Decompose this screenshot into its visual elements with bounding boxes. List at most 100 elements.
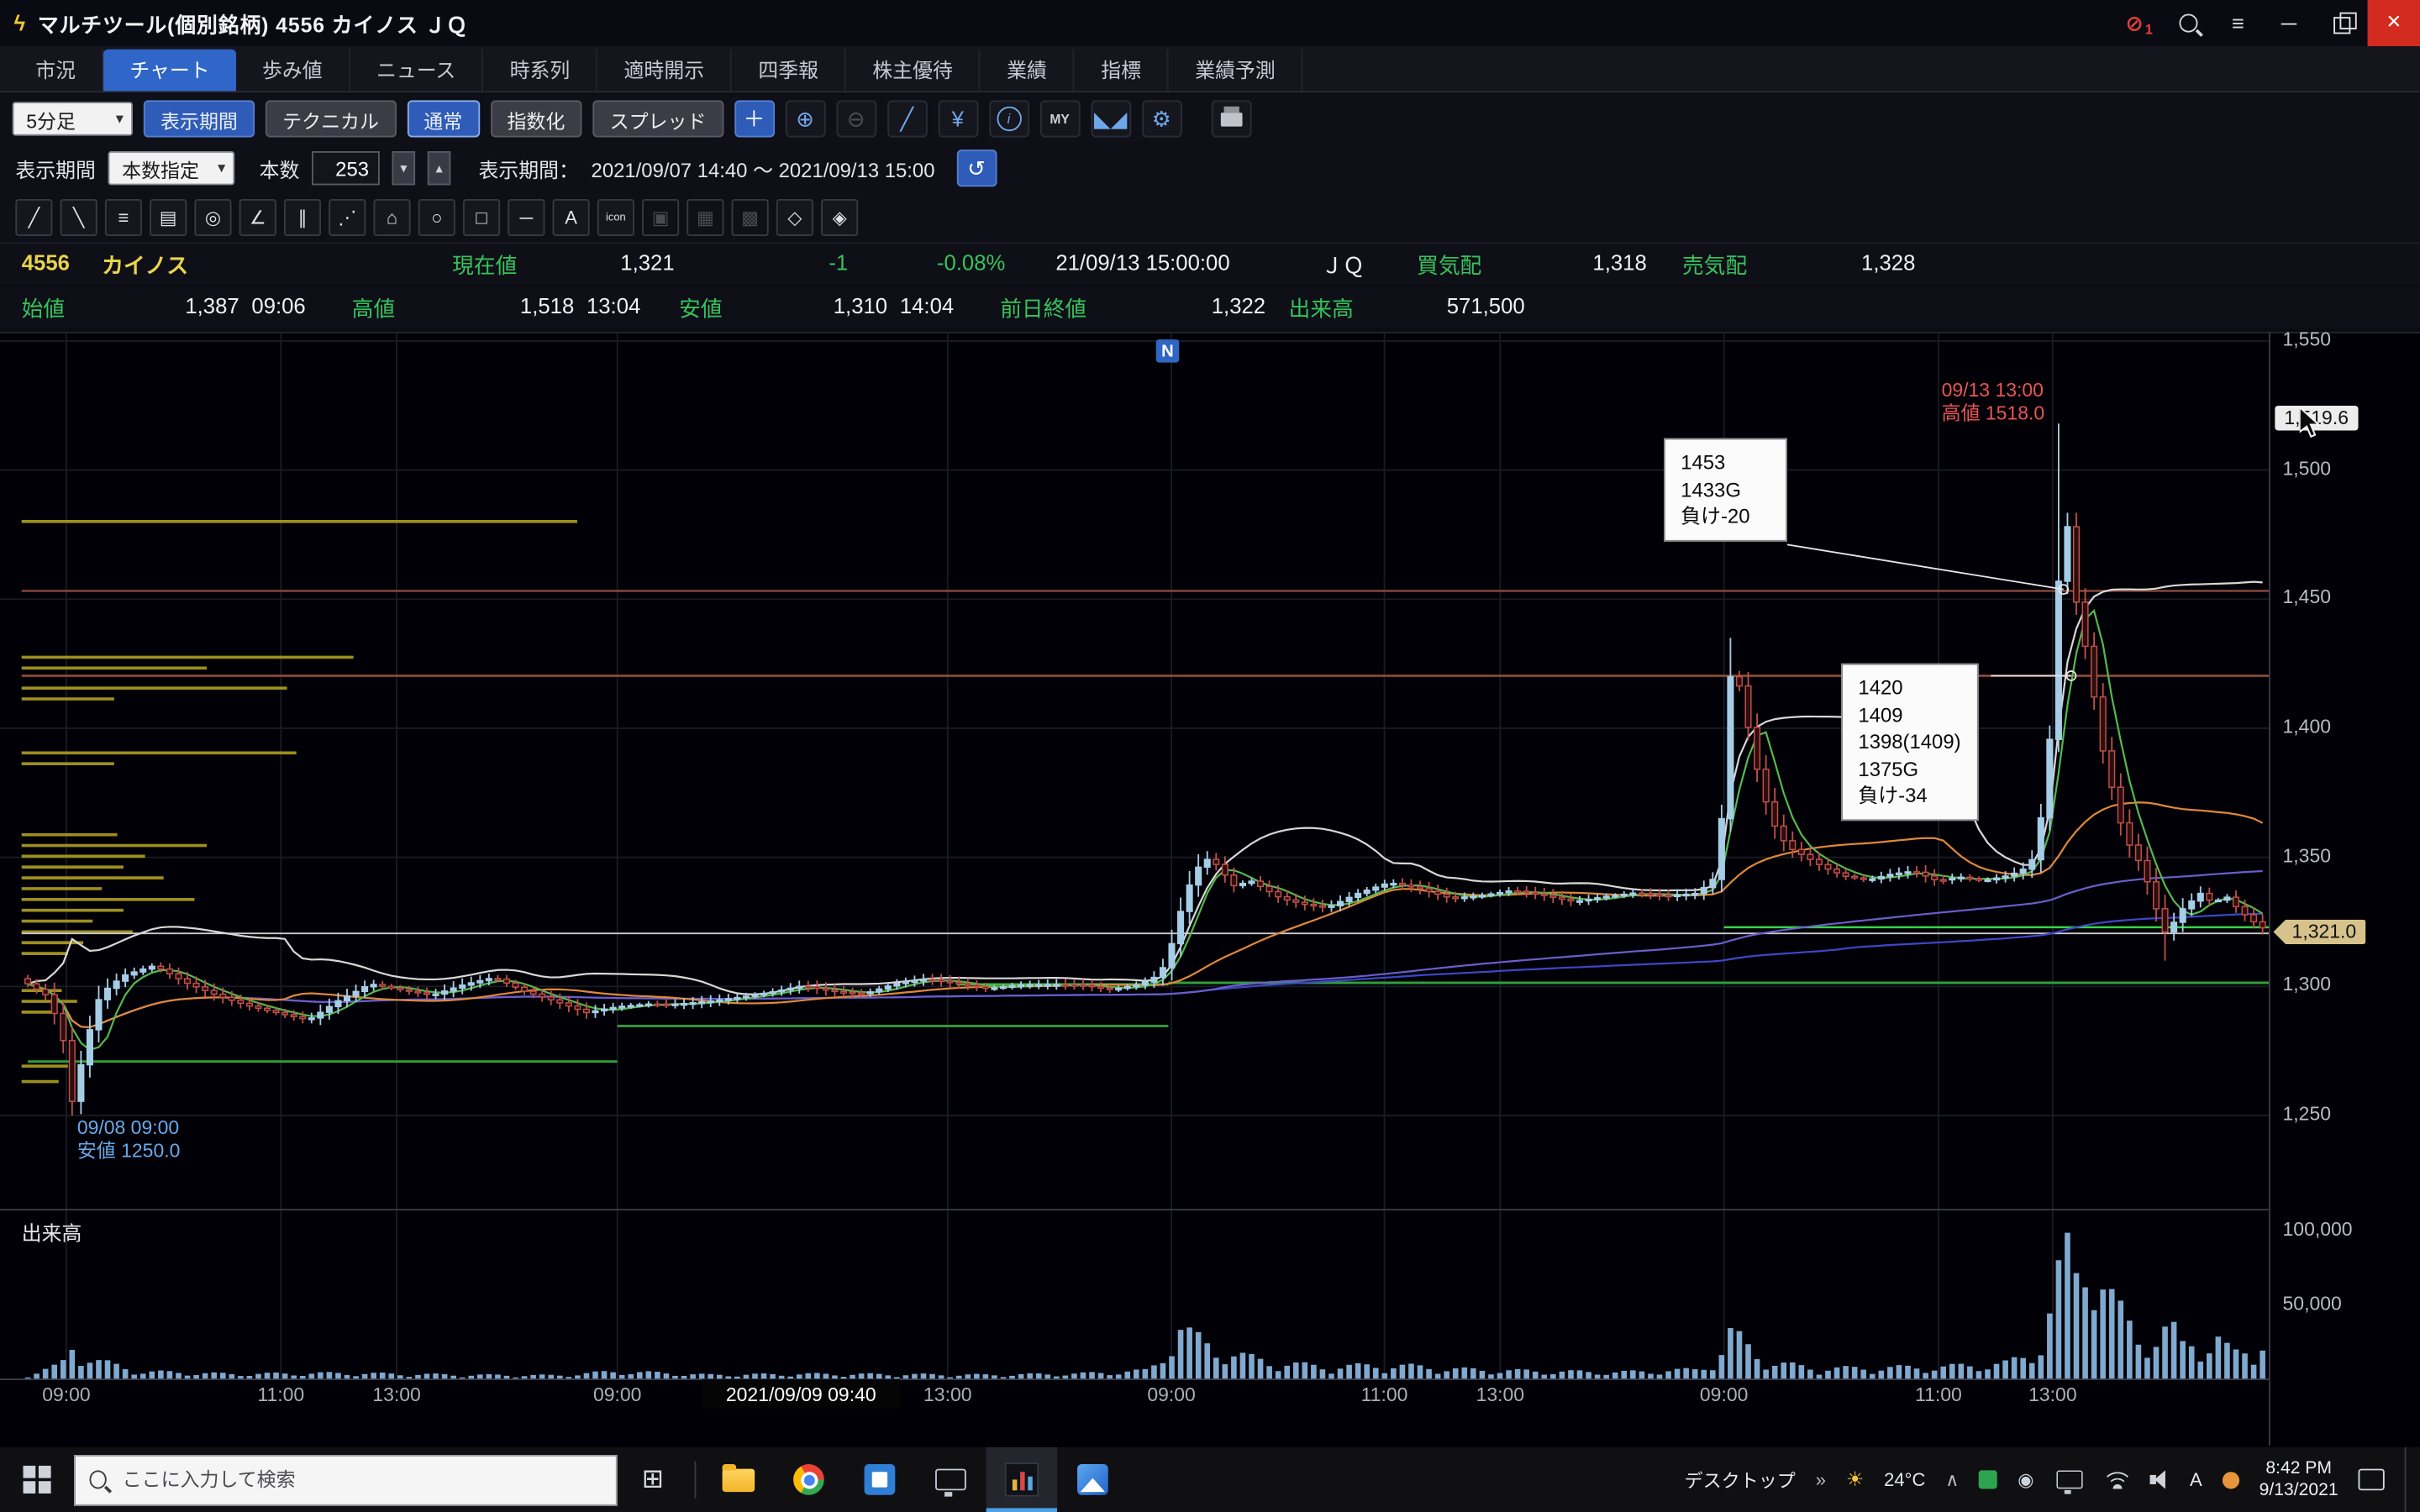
app-window: ϟ マルチツール(個別銘柄) 4556 カイノス ＪＱ ⊘1 ≡ ─ × 市況チ… xyxy=(0,0,2420,1446)
tooltip-2-line: 1409 xyxy=(1858,701,1960,728)
clock[interactable]: 8:42 PM 9/13/2021 xyxy=(2260,1458,2338,1501)
tab-bar: 市況チャート歩み値ニュース時系列適時開示四季報株主優待業績指標業績予測 xyxy=(0,46,2420,92)
tab-indicators[interactable]: 指標 xyxy=(1075,50,1169,92)
stamp4-tool-icon[interactable]: ▩ xyxy=(732,199,769,236)
tab-tick[interactable]: 歩み値 xyxy=(236,50,350,92)
tab-news[interactable]: ニュース xyxy=(350,50,484,92)
close-button[interactable]: × xyxy=(2368,0,2420,46)
taskbar-separator xyxy=(695,1461,697,1498)
search-input[interactable] xyxy=(119,1467,602,1492)
separators-layer xyxy=(0,1210,2269,1379)
add-chart-icon[interactable]: ＋ xyxy=(734,100,775,137)
stamp2-tool-icon[interactable]: ▣ xyxy=(642,199,679,236)
hlines-tool-icon[interactable]: ≡ xyxy=(105,199,142,236)
speaker-icon[interactable] xyxy=(2149,1470,2170,1488)
trading-app-icon[interactable] xyxy=(986,1447,1057,1512)
toolbar-button-normal[interactable]: 通常 xyxy=(407,100,479,137)
mouse-cursor xyxy=(2300,407,2322,446)
stamp3-tool-icon[interactable]: ▦ xyxy=(687,199,723,236)
count-increase-button[interactable]: ▴ xyxy=(428,151,451,185)
grid-tool-icon[interactable]: ▤ xyxy=(150,199,187,236)
chart-area[interactable]: 出来高 N 09/13 13:00 高値 1518.0 09/08 09:00 … xyxy=(0,332,2269,1447)
monitor-icon xyxy=(935,1469,966,1491)
tab-chart[interactable]: チャート xyxy=(103,50,236,92)
tray-icon-dot[interactable] xyxy=(2223,1471,2239,1488)
eraser-tool-icon[interactable]: ◇ xyxy=(776,199,813,236)
trendline-tool-icon[interactable]: ╱ xyxy=(15,199,52,236)
tab-benefits[interactable]: 株主優待 xyxy=(846,50,981,92)
toolbar-button-spread[interactable]: スプレッド xyxy=(592,100,723,137)
bar-count-input[interactable]: 253 xyxy=(312,151,380,185)
fan-tool-icon[interactable]: ⋰ xyxy=(329,199,366,236)
link-status-icon[interactable]: ⊘1 xyxy=(2114,0,2164,46)
maximize-button[interactable] xyxy=(2315,0,2367,46)
ellipse-tool-icon[interactable]: ○ xyxy=(418,199,455,236)
grid-layer xyxy=(0,333,2269,1379)
minimize-button[interactable]: ─ xyxy=(2263,0,2315,46)
rect-tool-icon[interactable]: □ xyxy=(463,199,500,236)
period-mode-select[interactable]: 本数指定▾ xyxy=(108,151,235,185)
temperature-label[interactable]: 24°C xyxy=(1884,1469,1925,1491)
x-axis-label: 09:00 xyxy=(571,1384,664,1406)
tab-results[interactable]: 業績 xyxy=(981,50,1075,92)
tooltip-1: 14531433G負け-20 xyxy=(1664,438,1787,541)
zoom-in-icon[interactable]: ⊕ xyxy=(785,100,825,137)
toolbar-button-indexed[interactable]: 指数化 xyxy=(490,100,581,137)
angle-tool-icon[interactable]: ∠ xyxy=(239,199,276,236)
gann-tool-icon[interactable]: ◎ xyxy=(194,199,231,236)
toolbar-chevron-icon[interactable]: » xyxy=(1816,1469,1826,1491)
y-axis-label: 1,300 xyxy=(2283,974,2331,996)
tray-expand-icon[interactable]: ∧ xyxy=(1945,1469,1959,1491)
hsegment-tool-icon[interactable]: ─ xyxy=(508,199,544,236)
low-label: 安値 xyxy=(679,293,722,324)
tray-monitor-icon[interactable] xyxy=(2056,1470,2082,1488)
yen-scale-icon[interactable]: ¥ xyxy=(938,100,978,137)
tab-market[interactable]: 市況 xyxy=(9,50,103,92)
polygon-tool-icon[interactable]: ⌂ xyxy=(373,199,410,236)
action-center-icon[interactable] xyxy=(2359,1469,2385,1491)
toolbar-button-technical[interactable]: テクニカル xyxy=(266,100,396,137)
settings-wrench-icon[interactable]: ⚙ xyxy=(1141,100,1181,137)
icon-stamp-tool-icon[interactable]: icon xyxy=(597,199,634,236)
news-marker-badge[interactable]: N xyxy=(1156,339,1180,363)
task-view-button[interactable]: ⊞ xyxy=(618,1447,688,1512)
desktop-toolbar-label[interactable]: デスクトップ xyxy=(1685,1467,1796,1493)
tab-shikiho[interactable]: 四季報 xyxy=(732,50,846,92)
reset-period-icon[interactable]: ↺ xyxy=(956,150,997,186)
interval-select[interactable]: 5分足▾ xyxy=(13,102,133,135)
info-icon[interactable]: i xyxy=(989,100,1029,137)
ray-tool-icon[interactable]: ╲ xyxy=(60,199,97,236)
text-tool-icon[interactable]: A xyxy=(553,199,590,236)
blue-app-icon[interactable] xyxy=(844,1447,915,1512)
my-chart-icon[interactable]: MY xyxy=(1039,100,1080,137)
tray-icon-camera[interactable]: ◉ xyxy=(2018,1469,2033,1491)
chrome-icon[interactable] xyxy=(773,1447,844,1512)
chart-canvas[interactable] xyxy=(0,333,2269,1414)
range-label: 表示期間： xyxy=(478,154,578,183)
weather-icon[interactable]: ☀ xyxy=(1846,1467,1864,1492)
file-explorer-icon[interactable] xyxy=(702,1447,773,1512)
volume-axis-label: 100,000 xyxy=(2283,1219,2353,1241)
remote-desktop-icon[interactable] xyxy=(915,1447,986,1512)
print-icon[interactable] xyxy=(1211,100,1251,137)
show-desktop-button[interactable] xyxy=(2405,1447,2414,1512)
tray-icon-green[interactable] xyxy=(1979,1470,1997,1488)
ime-indicator[interactable]: A xyxy=(2190,1469,2202,1491)
count-decrease-button[interactable]: ▾ xyxy=(392,151,416,185)
toolbar-button-display-period[interactable]: 表示期間 xyxy=(144,100,255,137)
folder-icon xyxy=(722,1468,755,1492)
search-icon[interactable] xyxy=(2164,0,2213,46)
pencil-icon[interactable]: ╱ xyxy=(886,100,927,137)
zoom-out-icon[interactable]: ⊖ xyxy=(836,100,876,137)
tab-forecast[interactable]: 業績予測 xyxy=(1169,50,1303,92)
clear-all-tool-icon[interactable]: ◈ xyxy=(821,199,858,236)
tab-disclosure[interactable]: 適時開示 xyxy=(597,50,732,92)
wifi-icon[interactable] xyxy=(2105,1471,2129,1488)
vlines-tool-icon[interactable]: ∥ xyxy=(284,199,321,236)
start-button[interactable] xyxy=(0,1447,74,1512)
menu-icon[interactable]: ≡ xyxy=(2213,0,2263,46)
tab-timeseries[interactable]: 時系列 xyxy=(483,50,597,92)
area-chart-icon[interactable]: ◣◢ xyxy=(1091,100,1131,137)
taskbar-search[interactable] xyxy=(74,1454,618,1505)
photos-app-icon[interactable] xyxy=(1057,1447,1128,1512)
